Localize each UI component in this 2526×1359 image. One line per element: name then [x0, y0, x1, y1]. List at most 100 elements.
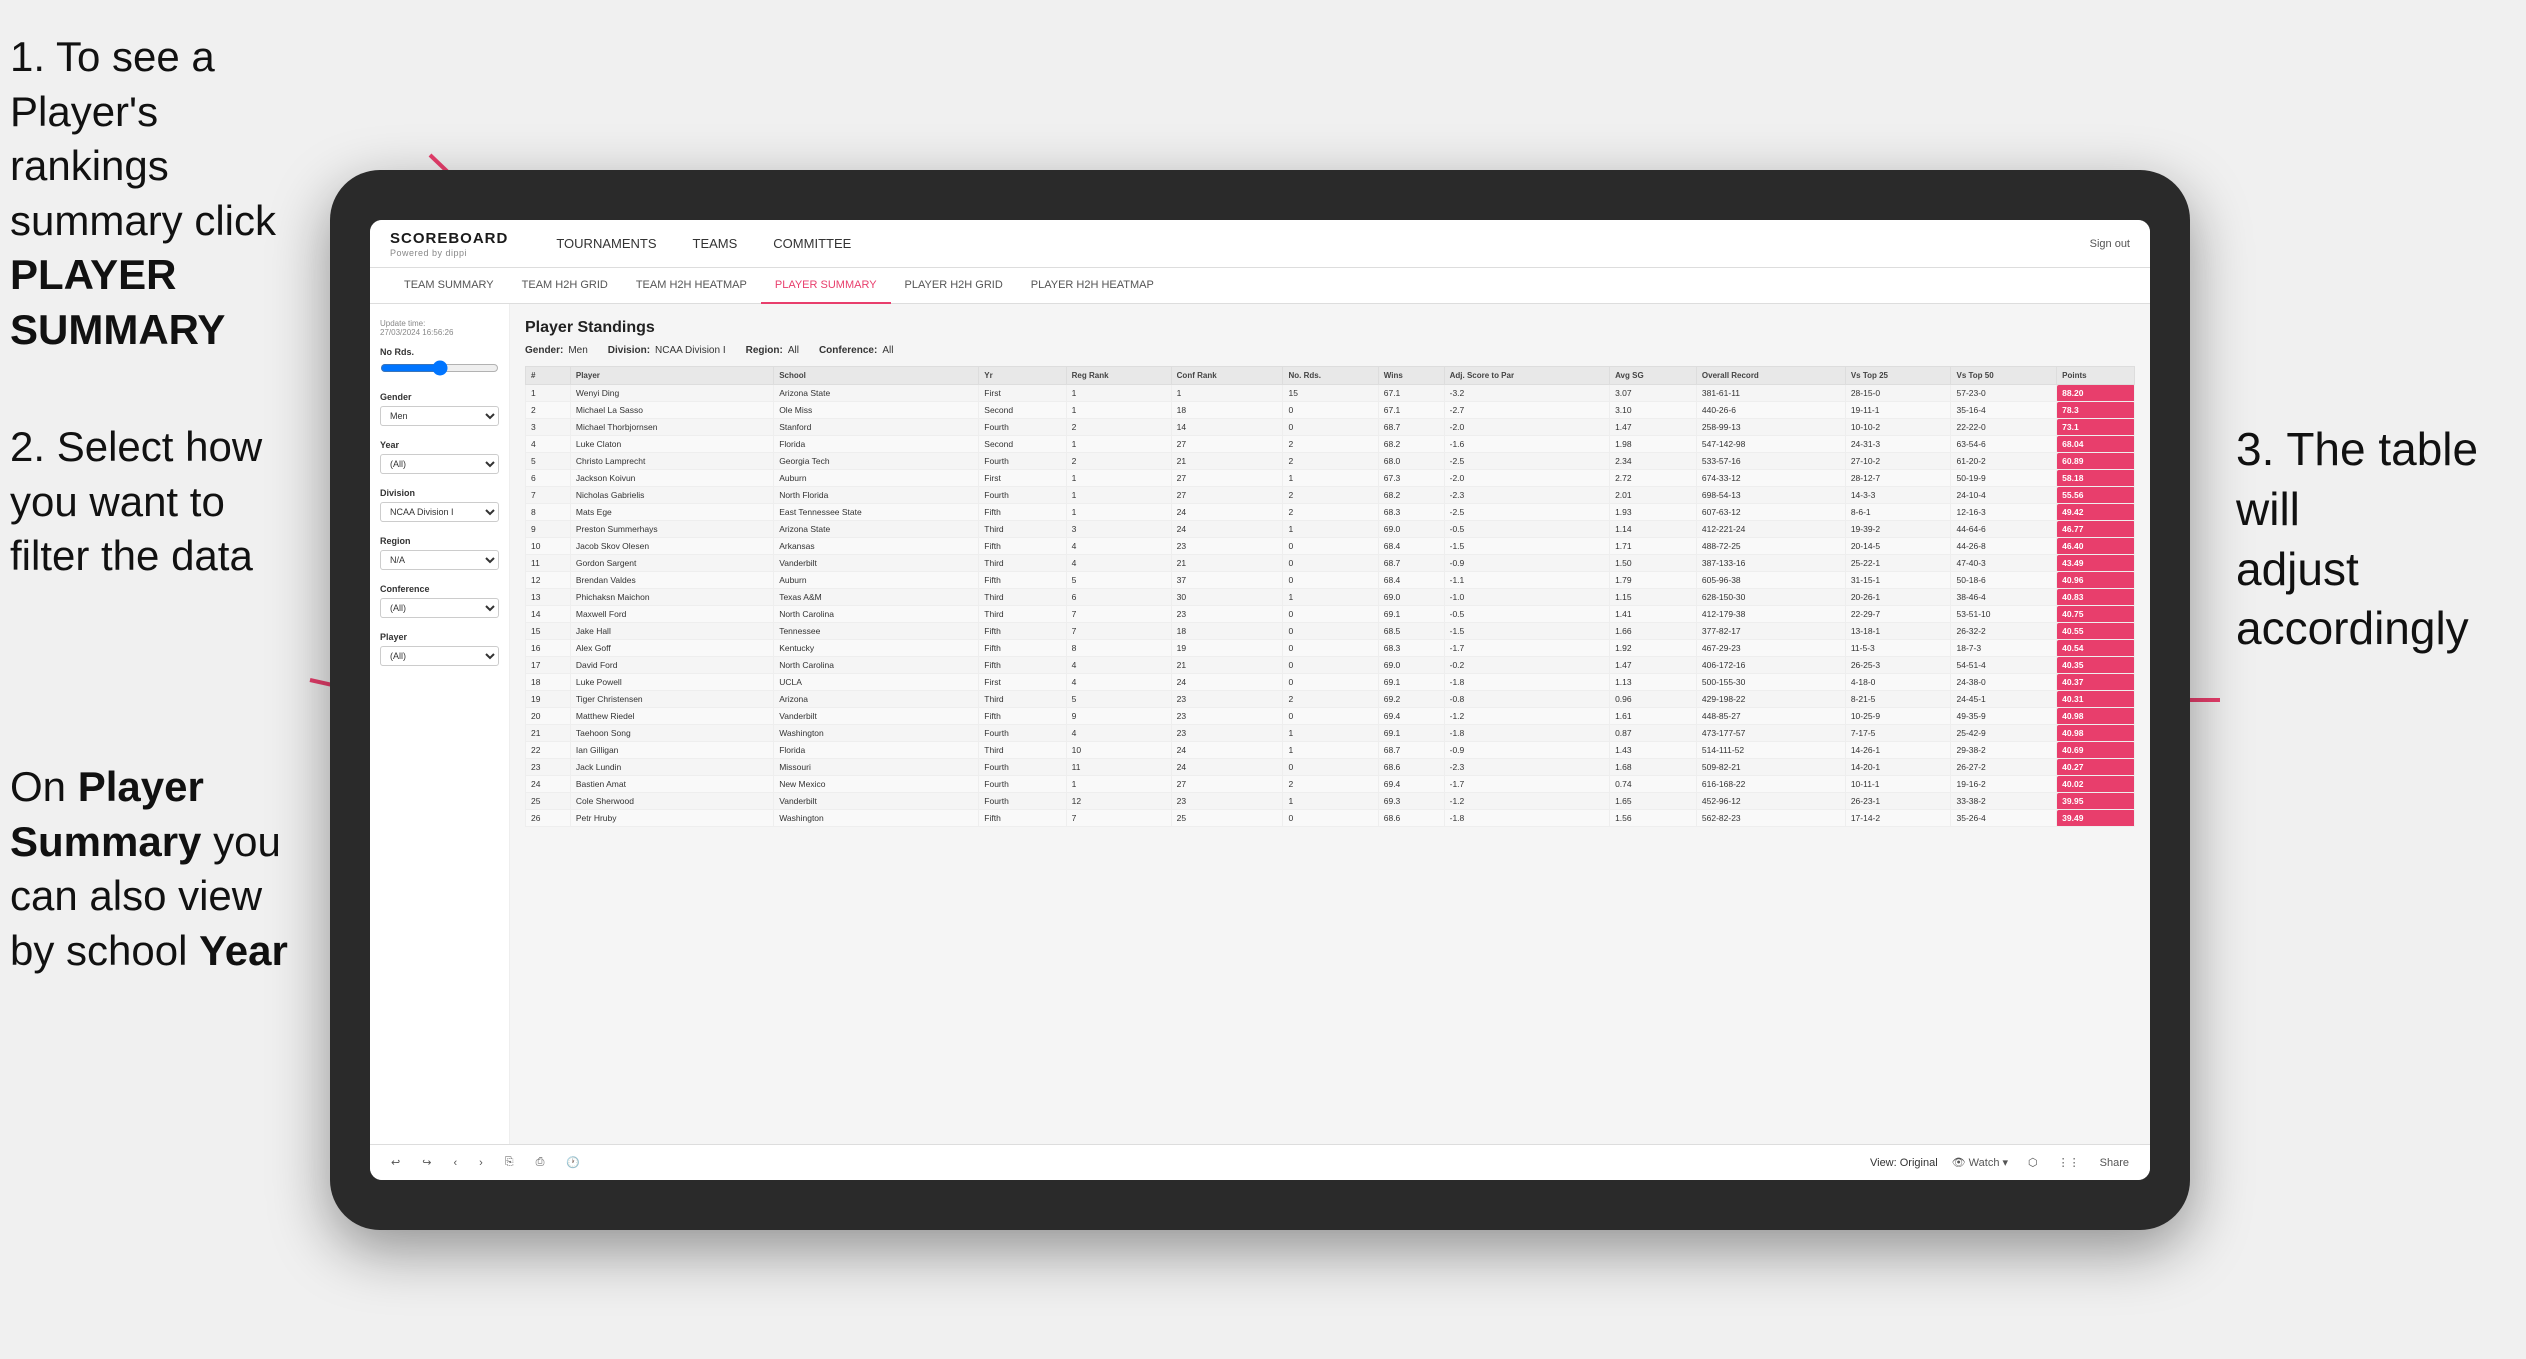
table-cell-10-11: 25-22-1 — [1845, 555, 1951, 572]
table-cell-16-0: 17 — [526, 657, 571, 674]
table-cell-8-13: 46.77 — [2057, 521, 2135, 538]
table-row[interactable]: 4Luke ClatonFloridaSecond127268.2-1.61.9… — [526, 436, 2135, 453]
table-cell-4-5: 21 — [1171, 453, 1283, 470]
table-cell-12-12: 38-46-4 — [1951, 589, 2057, 606]
table-row[interactable]: 17David FordNorth CarolinaFifth421069.0-… — [526, 657, 2135, 674]
table-row[interactable]: 24Bastien AmatNew MexicoFourth127269.4-1… — [526, 776, 2135, 793]
annotation-step3-right: 3. The table will adjust accordingly — [2236, 420, 2516, 659]
redo-btn[interactable]: ↪ — [416, 1154, 437, 1171]
table-row[interactable]: 20Matthew RiedelVanderbiltFifth923069.4-… — [526, 708, 2135, 725]
filter-row: Gender: Men Division: NCAA Division I Re… — [525, 345, 2135, 356]
table-cell-4-1: Christo Lamprecht — [570, 453, 773, 470]
table-cell-17-4: 4 — [1066, 674, 1171, 691]
gender-select[interactable]: Men — [380, 406, 499, 426]
table-cell-11-11: 31-15-1 — [1845, 572, 1951, 589]
table-cell-25-3: Fifth — [979, 810, 1066, 827]
table-cell-8-7: 69.0 — [1378, 521, 1444, 538]
table-cell-7-1: Mats Ege — [570, 504, 773, 521]
table-cell-2-9: 1.47 — [1610, 419, 1697, 436]
table-cell-5-11: 28-12-7 — [1845, 470, 1951, 487]
no-rds-slider[interactable] — [380, 361, 499, 375]
table-row[interactable]: 21Taehoon SongWashingtonFourth423169.1-1… — [526, 725, 2135, 742]
region-label: Region — [380, 536, 499, 546]
sub-nav-player-h2h-grid[interactable]: PLAYER H2H GRID — [891, 268, 1017, 304]
table-row[interactable]: 5Christo LamprechtGeorgia TechFourth2212… — [526, 453, 2135, 470]
table-cell-10-5: 21 — [1171, 555, 1283, 572]
table-row[interactable]: 15Jake HallTennesseeFifth718068.5-1.51.6… — [526, 623, 2135, 640]
table-cell-20-1: Taehoon Song — [570, 725, 773, 742]
table-cell-6-9: 2.01 — [1610, 487, 1697, 504]
table-row[interactable]: 22Ian GilliganFloridaThird1024168.7-0.91… — [526, 742, 2135, 759]
nav-teams[interactable]: TEAMS — [675, 220, 756, 268]
back-btn[interactable]: ‹ — [447, 1155, 463, 1171]
undo-btn[interactable]: ↩ — [385, 1154, 406, 1171]
table-row[interactable]: 6Jackson KoivunAuburnFirst127167.3-2.02.… — [526, 470, 2135, 487]
forward-btn[interactable]: › — [473, 1155, 489, 1171]
table-row[interactable]: 16Alex GoffKentuckyFifth819068.3-1.71.92… — [526, 640, 2135, 657]
table-row[interactable]: 19Tiger ChristensenArizonaThird523269.2-… — [526, 691, 2135, 708]
table-cell-21-2: Florida — [774, 742, 979, 759]
table-cell-15-4: 8 — [1066, 640, 1171, 657]
table-cell-9-12: 44-26-8 — [1951, 538, 2057, 555]
table-cell-23-6: 2 — [1283, 776, 1378, 793]
table-cell-13-11: 22-29-7 — [1845, 606, 1951, 623]
table-row[interactable]: 7Nicholas GabrielisNorth FloridaFourth12… — [526, 487, 2135, 504]
table-cell-3-2: Florida — [774, 436, 979, 453]
table-cell-2-12: 22-22-0 — [1951, 419, 2057, 436]
table-cell-11-8: -1.1 — [1444, 572, 1609, 589]
table-row[interactable]: 8Mats EgeEast Tennessee StateFifth124268… — [526, 504, 2135, 521]
table-row[interactable]: 23Jack LundinMissouriFourth1124068.6-2.3… — [526, 759, 2135, 776]
table-cell-9-1: Jacob Skov Olesen — [570, 538, 773, 555]
watch-btn[interactable]: 👁 Watch ▾ — [1946, 1154, 2014, 1171]
table-row[interactable]: 12Brendan ValdesAuburnFifth537068.4-1.11… — [526, 572, 2135, 589]
present-btn[interactable]: ⬡ — [2022, 1154, 2044, 1171]
sidebar-region: Region N/A — [380, 536, 499, 570]
table-row[interactable]: 1Wenyi DingArizona StateFirst111567.1-3.… — [526, 385, 2135, 402]
table-cell-14-8: -1.5 — [1444, 623, 1609, 640]
table-cell-22-7: 68.6 — [1378, 759, 1444, 776]
paste-btn[interactable]: ⎙ — [530, 1154, 551, 1171]
division-select[interactable]: NCAA Division I — [380, 502, 499, 522]
table-cell-24-11: 26-23-1 — [1845, 793, 1951, 810]
table-row[interactable]: 3Michael ThorbjornsenStanfordFourth21406… — [526, 419, 2135, 436]
sub-nav-team-h2h-heatmap[interactable]: TEAM H2H HEATMAP — [622, 268, 761, 304]
table-row[interactable]: 26Petr HrubyWashingtonFifth725068.6-1.81… — [526, 810, 2135, 827]
nav-committee[interactable]: COMMITTEE — [755, 220, 869, 268]
table-cell-20-6: 1 — [1283, 725, 1378, 742]
table-row[interactable]: 18Luke PowellUCLAFirst424069.1-1.81.1350… — [526, 674, 2135, 691]
table-cell-13-9: 1.41 — [1610, 606, 1697, 623]
table-row[interactable]: 10Jacob Skov OlesenArkansasFifth423068.4… — [526, 538, 2135, 555]
player-select[interactable]: (All) — [380, 646, 499, 666]
table-cell-22-3: Fourth — [979, 759, 1066, 776]
table-row[interactable]: 2Michael La SassoOle MissSecond118067.1-… — [526, 402, 2135, 419]
copy-btn[interactable]: ⎘ — [499, 1154, 520, 1171]
table-cell-14-5: 18 — [1171, 623, 1283, 640]
more-btn[interactable]: ⋮⋮ — [2052, 1154, 2086, 1171]
nav-tournaments[interactable]: TOURNAMENTS — [538, 220, 674, 268]
table-cell-10-13: 43.49 — [2057, 555, 2135, 572]
sub-nav-team-summary[interactable]: TEAM SUMMARY — [390, 268, 508, 304]
table-cell-5-3: First — [979, 470, 1066, 487]
table-row[interactable]: 9Preston SummerhaysArizona StateThird324… — [526, 521, 2135, 538]
table-row[interactable]: 13Phichaksn MaichonTexas A&MThird630169.… — [526, 589, 2135, 606]
table-cell-21-4: 10 — [1066, 742, 1171, 759]
table-cell-1-10: 440-26-6 — [1696, 402, 1845, 419]
table-cell-14-3: Fifth — [979, 623, 1066, 640]
col-adj-score: Adj. Score to Par — [1444, 367, 1609, 385]
sub-nav-team-h2h-grid[interactable]: TEAM H2H GRID — [508, 268, 622, 304]
table-cell-4-2: Georgia Tech — [774, 453, 979, 470]
conference-select[interactable]: (All) — [380, 598, 499, 618]
share-btn[interactable]: Share — [2094, 1155, 2135, 1171]
sub-nav-player-summary[interactable]: PLAYER SUMMARY — [761, 268, 891, 304]
table-row[interactable]: 14Maxwell FordNorth CarolinaThird723069.… — [526, 606, 2135, 623]
table-cell-18-1: Tiger Christensen — [570, 691, 773, 708]
region-select[interactable]: N/A — [380, 550, 499, 570]
table-cell-3-7: 68.2 — [1378, 436, 1444, 453]
table-row[interactable]: 11Gordon SargentVanderbiltThird421068.7-… — [526, 555, 2135, 572]
sign-out-link[interactable]: Sign out — [2090, 238, 2130, 250]
table-row[interactable]: 25Cole SherwoodVanderbiltFourth1223169.3… — [526, 793, 2135, 810]
clock-btn[interactable]: 🕐 — [560, 1154, 586, 1171]
year-select[interactable]: (All) — [380, 454, 499, 474]
col-player: Player — [570, 367, 773, 385]
sub-nav-player-h2h-heatmap[interactable]: PLAYER H2H HEATMAP — [1017, 268, 1168, 304]
